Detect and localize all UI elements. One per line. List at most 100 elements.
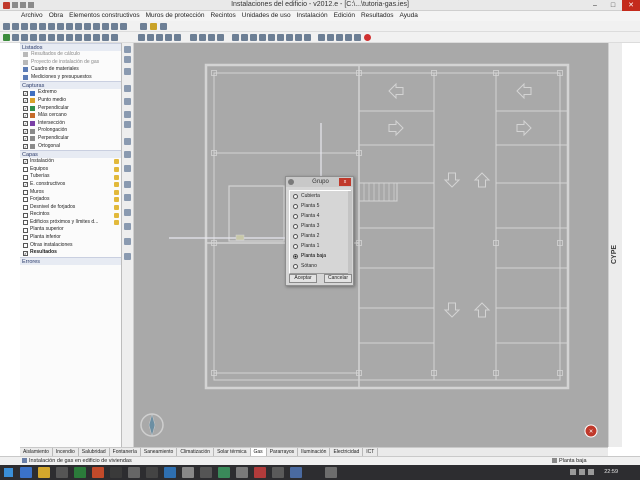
tab-gas[interactable]: Gas [250, 448, 267, 456]
menu-muros-de-proteccion[interactable]: Muros de protección [146, 11, 205, 21]
layer-item[interactable]: Otras instalaciones [20, 242, 121, 250]
layer-item[interactable]: Forjados [20, 196, 121, 204]
zoom-in-icon[interactable] [232, 34, 239, 41]
layer-checkbox[interactable] [23, 167, 28, 173]
list-item[interactable]: Mediciones y presupuestos [20, 74, 121, 82]
layer-item[interactable]: Edificios próximos y límites d... [20, 219, 121, 227]
square-icon[interactable] [124, 68, 131, 75]
app-icon[interactable] [218, 467, 230, 478]
app-icon[interactable] [254, 467, 266, 478]
radio-button[interactable] [293, 263, 298, 269]
layer-style-icon[interactable] [114, 197, 119, 203]
menu-instalacion[interactable]: Instalación [297, 11, 328, 21]
hand-icon[interactable] [124, 56, 131, 63]
radio-button[interactable] [293, 203, 298, 209]
check-icon[interactable] [318, 34, 325, 41]
explorer-icon[interactable] [38, 467, 50, 478]
app-icon[interactable] [164, 467, 176, 478]
grid-icon[interactable] [93, 23, 100, 30]
calc-icon[interactable] [75, 23, 82, 30]
floor-option[interactable]: Planta 5 [290, 201, 351, 211]
accept-button[interactable]: Aceptar [289, 274, 317, 283]
plan-view-icon[interactable] [124, 121, 131, 128]
layer-style-icon[interactable] [114, 212, 119, 218]
tab-incendio[interactable]: Incendio [53, 448, 79, 456]
arrow-icon[interactable] [124, 138, 131, 145]
layer-checkbox[interactable]: ✓ [23, 250, 28, 256]
vent-icon[interactable] [75, 34, 82, 41]
pointer-icon[interactable] [124, 46, 131, 53]
trim-icon[interactable] [199, 34, 206, 41]
layer-item[interactable]: Muros [20, 189, 121, 197]
floor-option[interactable]: Planta 4 [290, 211, 351, 221]
layer-item[interactable]: Desnivel de forjados [20, 204, 121, 212]
open-file-icon[interactable] [12, 23, 19, 30]
app-icon[interactable] [290, 467, 302, 478]
capture-item[interactable]: ✓ Perpendicular [20, 135, 121, 143]
layer-checkbox[interactable] [23, 189, 28, 195]
checkbox[interactable]: ✓ [23, 136, 28, 142]
tab-solar-termica[interactable]: Solar térmica [214, 448, 251, 456]
menu-elementos-constructivos[interactable]: Elementos constructivos [69, 11, 139, 21]
undo-icon[interactable] [111, 23, 118, 30]
layer-checkbox[interactable] [23, 204, 28, 210]
tab-pararrayos[interactable]: Pararrayos [267, 448, 299, 456]
floor-up-icon[interactable] [150, 23, 157, 30]
arrow-icon[interactable] [124, 165, 131, 172]
arrow-icon[interactable] [124, 181, 131, 188]
rotate-icon[interactable] [165, 34, 172, 41]
layer-style-icon[interactable] [114, 204, 119, 210]
layer-style-icon[interactable] [114, 167, 119, 173]
capture-item[interactable]: ✓ Perpendicular [20, 105, 121, 113]
print-icon[interactable] [30, 23, 37, 30]
radio-button[interactable] [293, 253, 298, 259]
flag-icon[interactable] [588, 469, 594, 475]
regulator-icon[interactable] [39, 34, 46, 41]
network-icon[interactable] [570, 469, 576, 475]
list-icon[interactable] [124, 85, 131, 92]
app-icon[interactable] [182, 467, 194, 478]
arrow-icon[interactable] [124, 238, 131, 245]
copy-icon[interactable] [156, 34, 163, 41]
export-icon[interactable] [39, 23, 46, 30]
app-icon[interactable] [56, 467, 68, 478]
redraw-icon[interactable] [277, 34, 284, 41]
app-icon[interactable] [74, 467, 86, 478]
checkbox[interactable]: ✓ [23, 128, 28, 134]
dialog-close-button[interactable]: x [339, 178, 351, 186]
layer-style-icon[interactable] [114, 220, 119, 226]
floor-option[interactable]: Cubierta [290, 191, 351, 201]
active-app-icon[interactable] [325, 467, 337, 478]
tab-electricidad[interactable]: Electricidad [330, 448, 364, 456]
menu-archivo[interactable]: Archivo [21, 11, 43, 21]
capture-item[interactable]: ✓ Ortogonal [20, 143, 121, 151]
radio-button[interactable] [293, 213, 298, 219]
app-icon[interactable] [146, 467, 158, 478]
layer-style-icon[interactable] [114, 189, 119, 195]
list-item[interactable]: Cuadro de materiales [20, 66, 121, 74]
app-icon[interactable] [200, 467, 212, 478]
layer-item[interactable]: Planta superior [20, 226, 121, 234]
drawing-canvas[interactable]: × [134, 43, 608, 447]
valve-icon[interactable] [21, 34, 28, 41]
capture-item[interactable]: ✓ Punto medio [20, 97, 121, 105]
stop-icon[interactable] [364, 34, 371, 41]
layer-item[interactable]: Recintos [20, 211, 121, 219]
layer-checkbox[interactable]: ✓ [23, 182, 28, 188]
info-icon[interactable] [111, 34, 118, 41]
floor-option[interactable]: Planta 1 [290, 241, 351, 251]
menu-recintos[interactable]: Recintos [210, 11, 235, 21]
layer-style-icon[interactable] [114, 159, 119, 165]
close-window-button[interactable]: ✕ [622, 0, 640, 11]
floor-option[interactable]: Planta 3 [290, 221, 351, 231]
app-icon[interactable] [236, 467, 248, 478]
duct-icon[interactable] [84, 34, 91, 41]
move-icon[interactable] [147, 34, 154, 41]
tab-climatizacion[interactable]: Climatización [177, 448, 215, 456]
select-icon[interactable] [138, 34, 145, 41]
maximize-button[interactable]: □ [604, 0, 622, 11]
line-icon[interactable] [174, 34, 181, 41]
layer-checkbox[interactable] [23, 212, 28, 218]
arrow-icon[interactable] [124, 223, 131, 230]
floor-option[interactable]: Sótano [290, 261, 351, 271]
